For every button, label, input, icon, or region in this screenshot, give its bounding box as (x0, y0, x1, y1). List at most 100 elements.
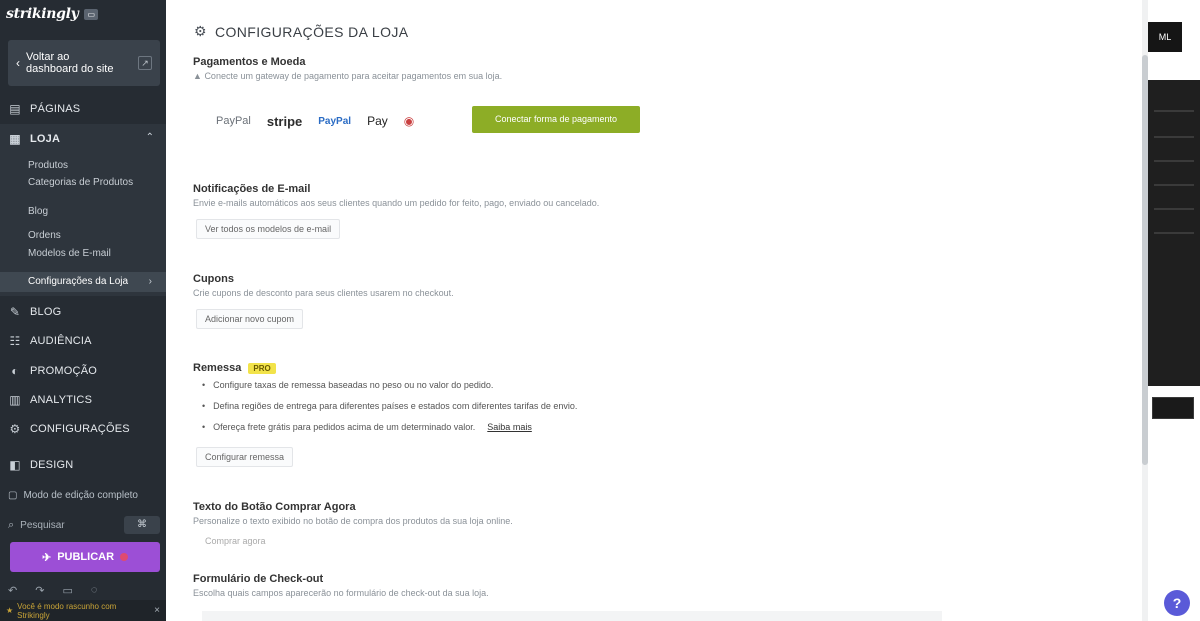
connect-payment-button[interactable]: Conectar forma de pagamento (472, 106, 640, 133)
device-icon[interactable]: ▭ (62, 584, 72, 597)
site-preview: ML (1148, 0, 1200, 621)
store-sub-products[interactable]: Produtos (28, 160, 148, 171)
nav-item-label: Loja (30, 133, 61, 145)
configure-shipping-button[interactable]: Configurar remessa (196, 447, 294, 467)
buy-now-text-input[interactable]: Comprar agora (196, 531, 275, 551)
coupons-section: Cupons Crie cupons de desconto para seus… (193, 273, 454, 298)
shipping-bullets: Configure taxas de remessa baseadas no p… (202, 380, 577, 443)
draft-notice-text: Você é modo rascunho com Strikingly (17, 601, 117, 620)
pages-icon: ▤ (9, 102, 21, 116)
nav-item-label: Promoção (30, 365, 97, 377)
back-to-dashboard-label: Voltar ao dashboard do site (26, 51, 114, 75)
draft-notice: ★ Você é modo rascunho com Strikingly × (0, 600, 166, 621)
store-sub-orders[interactable]: Ordens (28, 230, 148, 241)
back-to-dashboard-button[interactable]: ‹ Voltar ao dashboard do site ↗ (8, 40, 160, 86)
preview-line (1154, 208, 1194, 210)
pro-badge: PRO (248, 362, 276, 374)
preview-line (1154, 136, 1194, 138)
store-sub-email-templates[interactable]: Modelos de E-mail (28, 248, 148, 259)
gear-icon: ⚙ (9, 422, 21, 436)
payments-heading: Pagamentos e Moeda (193, 56, 306, 68)
store-sub-blog[interactable]: Blog (28, 206, 148, 217)
apple-pay-logo: Pay (367, 114, 388, 128)
nav-item-pages[interactable]: ▤ Páginas (8, 102, 80, 116)
payment-logos: PayPal stripe PayPal Pay ◉ (216, 108, 414, 134)
brand-logo: strikingly (6, 6, 79, 22)
add-coupon-button[interactable]: Adicionar novo cupom (196, 309, 304, 329)
help-circle-icon[interactable]: ◌ (91, 584, 98, 597)
store-sub-store-settings[interactable]: Configurações da Loja › (0, 272, 166, 292)
bullet-text: Configure taxas de remessa baseadas no p… (213, 380, 494, 390)
payments-desc-text: Conecte um gateway de pagamento para ace… (204, 71, 503, 81)
megaphone-icon: ◐ (11, 364, 19, 378)
store-sub-label: Configurações da Loja (28, 276, 129, 287)
notification-dot (120, 553, 129, 561)
apple-pay-label: Pay (367, 114, 388, 128)
store-sub-categories[interactable]: Categorias de Produtos (28, 177, 148, 188)
chevron-right-icon: › (148, 276, 152, 287)
nav-item-store[interactable]: ▦ Loja (8, 132, 60, 146)
view-email-templates-button[interactable]: Ver todos os modelos de e-mail (196, 219, 341, 239)
preview-line (1154, 184, 1194, 186)
nav-item-settings[interactable]: ⚙ Configurações (8, 422, 130, 436)
audience-icon: ☷ (9, 334, 21, 348)
preview-line (1154, 160, 1194, 162)
stripe-logo: stripe (266, 113, 303, 129)
nav-item-analytics[interactable]: ▥ Analytics (8, 393, 92, 407)
nav-item-blog[interactable]: ✎ Blog (8, 305, 61, 319)
nav-item-label: Páginas (30, 103, 81, 115)
design-icon: ◧ (9, 458, 21, 472)
gear-icon: ⚙ (194, 23, 207, 39)
nav-item-label: Analytics (30, 394, 93, 406)
paypal-logo: PayPal (216, 115, 251, 127)
nav-item-label: Design (30, 459, 74, 471)
analytics-icon: ▥ (9, 393, 21, 407)
shipping-heading-text: Remessa (193, 362, 242, 374)
notifications-section: Notificações de E-mail Envie e-mails aut… (193, 183, 599, 208)
nav-item-label: Blog (30, 306, 62, 318)
learn-more-link[interactable]: Saiba mais (487, 422, 532, 432)
shipping-heading: Remessa PRO (193, 362, 276, 374)
brand[interactable]: strikingly ▭ (6, 6, 99, 22)
publish-label: Publicar (57, 551, 115, 563)
checkout-fields-row[interactable] (202, 611, 942, 621)
checkout-section: Formulário de Check-out Escolha quais ca… (193, 573, 489, 598)
buy-now-section: Texto do Botão Comprar Agora Personalize… (193, 501, 513, 526)
edit-mode-label: Modo de edição completo (23, 490, 138, 501)
paypal-icon: PayPal (318, 115, 352, 127)
edit-mode-toggle[interactable]: ▢ Modo de edição completo (8, 490, 138, 501)
preview-line (1154, 110, 1194, 112)
store-icon: ▦ (9, 132, 21, 146)
list-item: Configure taxas de remessa baseadas no p… (202, 380, 577, 390)
rocket-icon: ✈ (41, 551, 52, 564)
external-link-icon: ↗ (138, 56, 152, 70)
search-label[interactable]: Pesquisar (20, 520, 64, 531)
nav-item-design[interactable]: ◧ Design (8, 458, 73, 472)
arrow-left-icon: ‹ (16, 56, 20, 70)
redo-icon[interactable]: ↷ (35, 584, 44, 597)
nav-item-audience[interactable]: ☷ Audiência (8, 334, 92, 348)
warning-icon: ▲ (193, 71, 202, 81)
preview-logo: ML (1148, 22, 1182, 52)
close-icon[interactable]: × (154, 605, 160, 616)
search-icon[interactable]: ⌕ (8, 519, 14, 532)
payments-desc: ▲ Conecte um gateway de pagamento para a… (193, 71, 502, 81)
notifications-desc: Envie e-mails automáticos aos seus clien… (193, 198, 600, 208)
checkout-heading: Formulário de Check-out (193, 573, 324, 585)
coupons-desc: Crie cupons de desconto para seus client… (193, 288, 454, 298)
buy-now-heading: Texto do Botão Comprar Agora (193, 501, 356, 513)
nav-item-label: Audiência (30, 335, 92, 347)
page-title: ⚙ CONFIGURAÇÕES DA LOJA (194, 23, 409, 40)
payments-section: Pagamentos e Moeda ▲ Conecte um gateway … (193, 56, 502, 81)
notifications-heading: Notificações de E-mail (193, 183, 311, 195)
publish-button[interactable]: ✈ Publicar (10, 542, 160, 572)
chevron-up-icon[interactable]: ⌃ (146, 132, 154, 143)
preview-line (1154, 232, 1194, 234)
brand-badge-icon: ▭ (84, 8, 99, 20)
page-title-text: CONFIGURAÇÕES DA LOJA (214, 23, 409, 40)
shortcut-button[interactable]: ⌘ (124, 516, 160, 534)
main-content: ⚙ CONFIGURAÇÕES DA LOJA Pagamentos e Moe… (172, 0, 1142, 621)
help-button[interactable]: ? (1164, 590, 1190, 616)
nav-item-promotion[interactable]: ◐ Promoção (8, 364, 97, 378)
undo-icon[interactable]: ↶ (8, 584, 17, 597)
